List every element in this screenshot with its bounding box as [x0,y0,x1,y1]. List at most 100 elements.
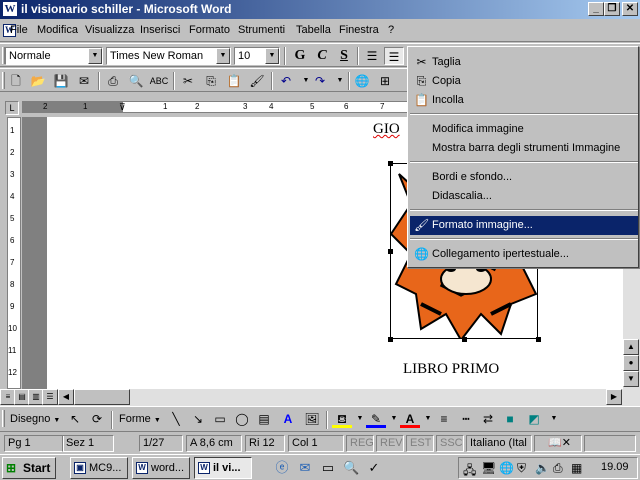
resize-handle[interactable] [388,337,393,342]
free-rotate-icon[interactable]: ⟳ [87,410,107,428]
menu-modifica[interactable]: Modifica [37,24,78,36]
menu-item-copy[interactable]: ⎘ Copia [410,72,638,91]
globe-icon[interactable]: 🌐 [499,461,514,475]
line-icon[interactable]: ╲ [166,410,186,428]
menu-item-paste[interactable]: 📋 Incolla [410,91,638,110]
shadow-icon[interactable]: ■ [500,410,520,428]
scroll-left-icon[interactable]: ◀ [58,389,74,405]
resize-handle[interactable] [388,249,393,254]
search-icon[interactable]: 🔍 [343,460,359,476]
scheduler-icon[interactable]: ▦ [571,461,582,475]
oval-icon[interactable]: ◯ [232,410,252,428]
save-icon[interactable]: 💾 [51,72,71,90]
3d-icon[interactable]: ◩ [524,410,544,428]
menu-item-hyperlink[interactable]: 🌐 Collegamento ipertestuale... [410,245,638,264]
scroll-up-icon[interactable]: ▲ [623,339,639,355]
toolbar-grip[interactable] [2,410,5,427]
align-left-icon[interactable]: ☰ [362,47,382,65]
new-document-icon[interactable]: 🗋 [6,72,26,90]
taskbar-button-active[interactable]: W il vi... [194,457,252,479]
outline-view-icon[interactable]: ☰ [42,389,58,405]
network-icon[interactable]: 🖧 [463,461,476,480]
menu-inserisci[interactable]: Inserisci [140,24,180,36]
size-combo[interactable]: 10 ▼ [234,47,280,65]
taskbar-button[interactable]: ▣ MC9... [70,457,128,479]
menu-visualizza[interactable]: Visualizza [85,24,134,36]
ruler-strip[interactable]: 2 1 1 2 3 4 5 6 7 ⊽ [22,101,442,113]
checklist-icon[interactable]: ✓ [366,460,382,476]
cut-icon[interactable]: ✂ [178,72,198,90]
status-ovr[interactable]: SSC [436,435,464,452]
toolbar-grip[interactable] [2,72,5,89]
line-color-icon[interactable]: ✎ [366,410,386,428]
menu-strumenti[interactable]: Strumenti [238,24,285,36]
tab-selector-icon[interactable]: L [5,101,19,115]
minimize-button[interactable]: _ [588,2,604,16]
indent-marker-icon[interactable]: ⊽ [119,102,126,112]
clipart-icon[interactable]: 🖼 [302,410,322,428]
scroll-down-icon[interactable]: ▼ [623,371,639,387]
start-button[interactable]: ⊞ Start [2,457,56,479]
horizontal-scrollbar[interactable]: ≡ ▤ ▥ ☰ ◀ ▶ [0,389,640,406]
speaker-icon[interactable]: 🔈 [535,461,550,475]
clock[interactable]: 19.09 [601,461,629,473]
align-center-icon[interactable]: ☰ [384,47,404,65]
tables-borders-icon[interactable]: ⊞ [375,72,395,90]
copy-icon[interactable]: ⎘ [201,72,221,90]
monitor-icon[interactable]: 🖥 [481,461,496,475]
dash-style-icon[interactable]: ┅ [456,410,476,428]
resize-handle[interactable] [388,161,393,166]
chevron-down-icon[interactable]: ▼ [216,48,230,64]
menu-item-caption[interactable]: Didascalia... [410,187,638,206]
wordart-icon[interactable]: A [278,410,298,428]
undo-icon[interactable]: ↶ [276,72,296,90]
scroll-right-icon[interactable]: ▶ [606,389,622,405]
bold-button[interactable]: G [290,47,310,65]
chevron-down-icon[interactable]: ▼ [544,410,564,428]
menu-tabella[interactable]: Tabella [296,24,331,36]
menu-item-format-picture[interactable]: 🖌 Formato immagine... [410,216,638,235]
internet-explorer-icon[interactable]: ⓔ [274,460,290,476]
menu-item-cut[interactable]: ✂ Taglia [410,53,638,72]
redo-icon[interactable]: ↷ [310,72,330,90]
chevron-down-icon[interactable]: ▼ [88,48,102,64]
restore-button[interactable]: ❐ [604,2,620,16]
rectangle-icon[interactable]: ▭ [210,410,230,428]
desktop-icon[interactable]: ▭ [320,460,336,476]
spelling-status-icon[interactable]: 📖✕ [534,435,582,452]
font-color-icon[interactable]: A [400,410,420,428]
menu-finestra[interactable]: Finestra [339,24,379,36]
chevron-down-icon[interactable]: ▼ [330,72,350,90]
arrow-style-icon[interactable]: ⇄ [478,410,498,428]
select-pointer-icon[interactable]: ↖ [65,410,85,428]
menu-item-borders-shading[interactable]: Bordi e sfondo... [410,168,638,187]
line-style-icon[interactable]: ≡ [434,410,454,428]
status-rec[interactable]: REG [346,435,374,452]
menu-help[interactable]: ? [388,24,394,36]
chevron-down-icon[interactable]: ▼ [265,48,279,64]
status-language[interactable]: Italiano (Ital [466,435,532,452]
font-combo[interactable]: Times New Roman ▼ [106,47,231,65]
outlook-icon[interactable]: ✉ [297,460,313,476]
format-painter-icon[interactable]: 🖌 [247,72,267,90]
menu-item-edit-picture[interactable]: Modifica immagine [410,120,638,139]
resize-handle[interactable] [536,337,541,342]
underline-button[interactable]: S [334,47,354,65]
title-bar[interactable]: W il visionario schiller - Microsoft Wor… [0,0,640,19]
textbox-icon[interactable]: ▤ [254,410,274,428]
taskbar-button[interactable]: W word... [132,457,190,479]
arrow-icon[interactable]: ↘ [188,410,208,428]
menu-formato[interactable]: Formato [189,24,230,36]
autoshapes-menu-button[interactable]: Forme ▼ [119,413,161,425]
browse-object-icon[interactable]: ● [623,355,639,371]
status-rev[interactable]: REV [376,435,404,452]
menu-item-show-picture-toolbar[interactable]: Mostra barra degli strumenti Immagine [410,139,638,158]
menu-file[interactable]: File [10,24,28,36]
fill-color-icon[interactable]: ⛾ [332,410,352,428]
word-app-icon[interactable]: W [3,2,17,16]
antivirus-icon[interactable]: ⛨ [517,461,526,476]
draw-menu-button[interactable]: Disegno ▼ [10,413,60,425]
close-button[interactable]: ✕ [622,2,638,16]
spelling-icon[interactable]: ABC [149,72,169,90]
vertical-ruler[interactable]: 1 2 3 4 5 6 7 8 9 10 11 12 [7,117,21,389]
